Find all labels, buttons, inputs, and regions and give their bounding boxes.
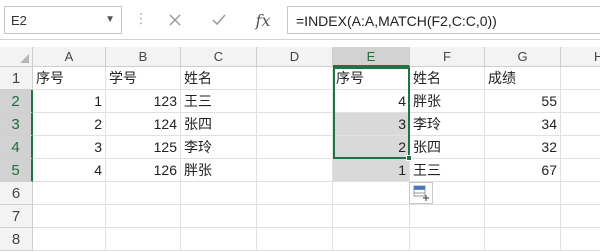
cell-h5[interactable] — [561, 159, 600, 182]
cell-c6[interactable] — [181, 182, 257, 205]
cell-b8[interactable] — [106, 228, 181, 251]
cell-d3[interactable] — [257, 113, 333, 136]
cell-b6[interactable] — [106, 182, 181, 205]
select-all-icon — [20, 54, 29, 63]
name-box-value: E2 — [11, 13, 27, 28]
cell-h3[interactable] — [561, 113, 600, 136]
cell-d6[interactable] — [257, 182, 333, 205]
cell-h7[interactable] — [561, 205, 600, 228]
cell-e2[interactable]: 4 — [333, 90, 410, 113]
cell-e6[interactable] — [333, 182, 410, 205]
cell-c4[interactable]: 李玲 — [181, 136, 257, 159]
formula-text: =INDEX(A:A,MATCH(F2,C:C,0)) — [296, 13, 497, 29]
cell-e4[interactable]: 2 — [333, 136, 410, 159]
cell-b3[interactable]: 124 — [106, 113, 181, 136]
cell-f8[interactable] — [410, 228, 485, 251]
cell-c1[interactable]: 姓名 — [181, 67, 257, 90]
cell-g5[interactable]: 67 — [485, 159, 561, 182]
cell-g8[interactable] — [485, 228, 561, 251]
column-header-b[interactable]: B — [106, 47, 181, 67]
row-header-8[interactable]: 8 — [0, 228, 33, 251]
spreadsheet-grid: A B C D E F G H 1 2 3 4 5 6 7 8 序号 学号 姓名 序号… — [0, 47, 600, 252]
row-header-2[interactable]: 2 — [0, 90, 33, 113]
cell-h6[interactable] — [561, 182, 600, 205]
formula-bar-area: E2 ▼ ⋮ fx =INDEX(A:A,MATCH(F2,C:C,0)) — [0, 0, 600, 40]
column-header-a[interactable]: A — [33, 47, 106, 67]
cell-h1[interactable] — [561, 67, 600, 90]
cell-e3[interactable]: 3 — [333, 113, 410, 136]
row-header-1[interactable]: 1 — [0, 67, 33, 90]
cell-f5[interactable]: 王三 — [410, 159, 485, 182]
row-header-3[interactable]: 3 — [0, 113, 33, 136]
cell-d5[interactable] — [257, 159, 333, 182]
cell-e7[interactable] — [333, 205, 410, 228]
cell-d8[interactable] — [257, 228, 333, 251]
cell-g2[interactable]: 55 — [485, 90, 561, 113]
cell-b1[interactable]: 学号 — [106, 67, 181, 90]
cell-c5[interactable]: 胖张 — [181, 159, 257, 182]
cell-a6[interactable] — [33, 182, 106, 205]
cell-e1[interactable]: 序号 — [333, 67, 410, 90]
cell-d2[interactable] — [257, 90, 333, 113]
cell-b7[interactable] — [106, 205, 181, 228]
fill-handle[interactable] — [406, 155, 412, 161]
cell-f3[interactable]: 李玲 — [410, 113, 485, 136]
cell-f1[interactable]: 姓名 — [410, 67, 485, 90]
cell-c3[interactable]: 张四 — [181, 113, 257, 136]
column-header-g[interactable]: G — [485, 47, 561, 67]
cell-g3[interactable]: 34 — [485, 113, 561, 136]
cell-a4[interactable]: 3 — [33, 136, 106, 159]
cell-e8[interactable] — [333, 228, 410, 251]
cell-c8[interactable] — [181, 228, 257, 251]
cell-a5[interactable]: 4 — [33, 159, 106, 182]
cell-a3[interactable]: 2 — [33, 113, 106, 136]
formula-input[interactable]: =INDEX(A:A,MATCH(F2,C:C,0)) — [287, 6, 600, 34]
close-icon[interactable] — [162, 8, 188, 32]
cell-f2[interactable]: 胖张 — [410, 90, 485, 113]
check-icon[interactable] — [206, 8, 232, 32]
select-all-button[interactable] — [0, 47, 33, 67]
column-header-d[interactable]: D — [257, 47, 333, 67]
cell-b2[interactable]: 123 — [106, 90, 181, 113]
column-header-h[interactable]: H — [561, 47, 600, 67]
column-header-e[interactable]: E — [333, 47, 410, 67]
fx-label: fx — [255, 10, 271, 30]
cell-h4[interactable] — [561, 136, 600, 159]
row-header-4[interactable]: 4 — [0, 136, 33, 159]
cell-a1[interactable]: 序号 — [33, 67, 106, 90]
cell-f4[interactable]: 张四 — [410, 136, 485, 159]
fx-icon[interactable]: fx — [250, 8, 276, 32]
cell-g6[interactable] — [485, 182, 561, 205]
cell-a8[interactable] — [33, 228, 106, 251]
row-header-5[interactable]: 5 — [0, 159, 33, 182]
cell-g4[interactable]: 32 — [485, 136, 561, 159]
cell-h2[interactable] — [561, 90, 600, 113]
cell-d1[interactable] — [257, 67, 333, 90]
cell-a7[interactable] — [33, 205, 106, 228]
cell-d7[interactable] — [257, 205, 333, 228]
row-header-7[interactable]: 7 — [0, 205, 33, 228]
name-box[interactable]: E2 ▼ — [4, 6, 122, 34]
cell-f7[interactable] — [410, 205, 485, 228]
cell-g1[interactable]: 成绩 — [485, 67, 561, 90]
cell-b5[interactable]: 126 — [106, 159, 181, 182]
column-header-f[interactable]: F — [410, 47, 485, 67]
cell-g7[interactable] — [485, 205, 561, 228]
cell-h8[interactable] — [561, 228, 600, 251]
column-header-c[interactable]: C — [181, 47, 257, 67]
cell-a2[interactable]: 1 — [33, 90, 106, 113]
quick-analysis-icon — [413, 185, 429, 201]
chevron-down-icon[interactable]: ▼ — [105, 14, 115, 25]
quick-analysis-button[interactable] — [409, 182, 433, 204]
cell-c7[interactable] — [181, 205, 257, 228]
cell-e5[interactable]: 1 — [333, 159, 410, 182]
cell-c2[interactable]: 王三 — [181, 90, 257, 113]
cell-d4[interactable] — [257, 136, 333, 159]
formula-bar-grip[interactable]: ⋮ — [134, 10, 148, 27]
row-header-6[interactable]: 6 — [0, 182, 33, 205]
cell-b4[interactable]: 125 — [106, 136, 181, 159]
